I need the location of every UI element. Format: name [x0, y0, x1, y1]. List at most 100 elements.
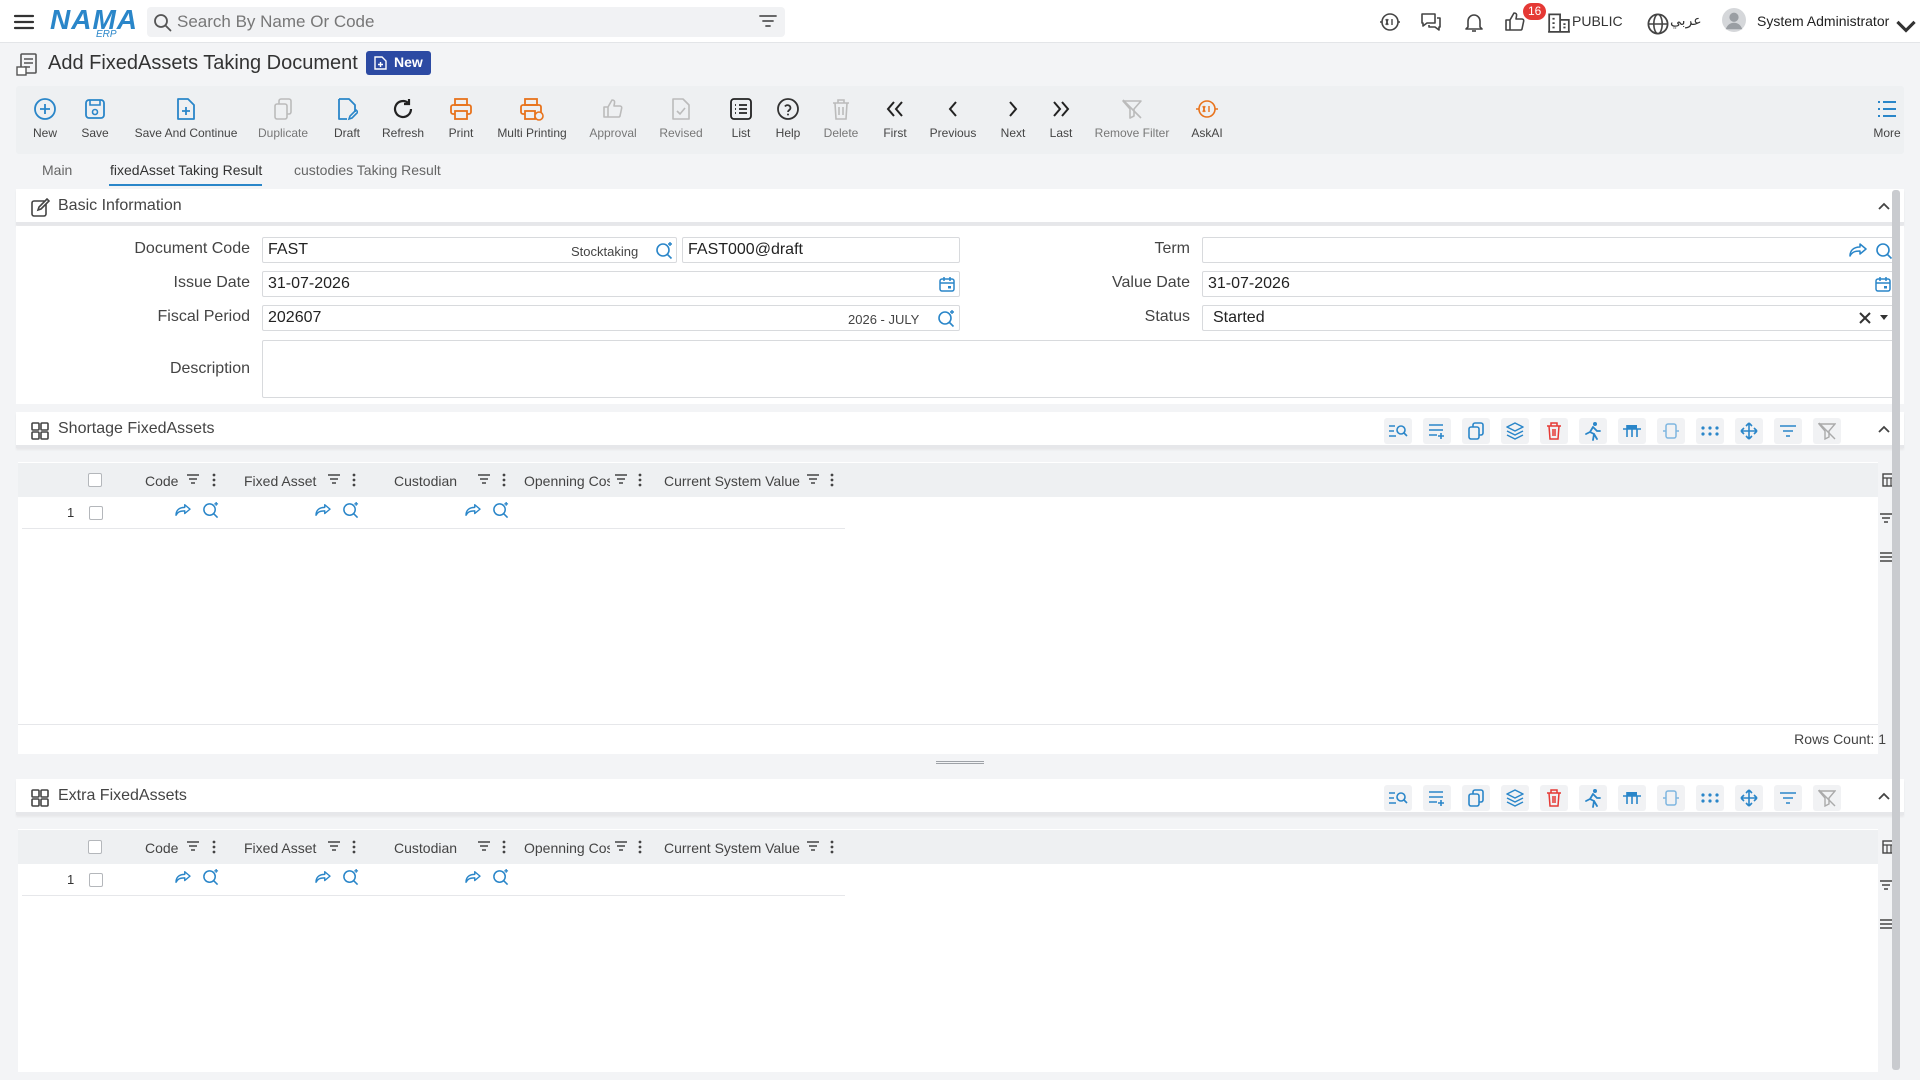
print-button[interactable]: Print [446, 96, 476, 140]
language-switch[interactable]: عربي [1670, 13, 1702, 29]
column-menu-icon[interactable] [830, 840, 834, 854]
remove-filter-button[interactable]: Remove Filter [1094, 96, 1170, 140]
share-arrow-icon[interactable] [1849, 242, 1867, 258]
grid-more-options-button[interactable] [1696, 785, 1724, 811]
column-menu-icon[interactable] [212, 840, 216, 854]
building-icon[interactable] [1547, 10, 1571, 34]
avatar[interactable] [1722, 8, 1746, 32]
clear-icon[interactable] [1859, 312, 1871, 324]
row-checkbox[interactable] [89, 873, 103, 887]
column-filter-icon[interactable] [614, 473, 628, 485]
grid-layers-button[interactable] [1501, 418, 1529, 444]
lookup-search-icon[interactable] [1875, 242, 1893, 260]
grid-layers-button[interactable] [1501, 785, 1529, 811]
grid-delete-button[interactable] [1540, 785, 1568, 811]
next-button[interactable]: Next [998, 96, 1028, 140]
first-button[interactable]: First [880, 96, 910, 140]
grid-toggle-button[interactable] [1618, 418, 1646, 444]
document-code-field[interactable]: FAST Stocktaking [262, 237, 677, 263]
search-input[interactable] [177, 7, 737, 37]
share-arrow-icon[interactable] [465, 870, 481, 884]
column-filter-icon[interactable] [614, 840, 628, 852]
grid-run-button[interactable] [1579, 785, 1607, 811]
column-filter-icon[interactable] [327, 840, 341, 852]
new-button[interactable]: New [30, 96, 60, 140]
grid-move-button[interactable] [1735, 418, 1763, 444]
grid-search-button[interactable] [1384, 418, 1412, 444]
caret-down-icon[interactable] [1879, 314, 1889, 322]
grid-toggle-button[interactable] [1618, 785, 1646, 811]
save-button[interactable]: Save [80, 96, 110, 140]
grid-more-options-button[interactable] [1696, 418, 1724, 444]
chat-icon[interactable] [1419, 10, 1443, 34]
lookup-search-icon[interactable] [655, 242, 673, 260]
column-filter-icon[interactable] [186, 840, 200, 852]
column-filter-icon[interactable] [477, 840, 491, 852]
tab-fixedasset-taking-result[interactable]: fixedAsset Taking Result [110, 162, 262, 178]
grid-run-button[interactable] [1579, 418, 1607, 444]
column-menu-icon[interactable] [212, 473, 216, 487]
duplicate-button[interactable]: Duplicate [256, 96, 310, 140]
grid-copy-button[interactable] [1462, 785, 1490, 811]
column-menu-icon[interactable] [830, 473, 834, 487]
more-button[interactable]: More [1872, 96, 1902, 140]
column-fixed-asset[interactable]: Fixed Asset [244, 473, 316, 489]
draft-button[interactable]: Draft [330, 96, 364, 140]
row-checkbox[interactable] [89, 506, 103, 520]
grid-delete-button[interactable] [1540, 418, 1568, 444]
select-all-checkbox[interactable] [88, 840, 102, 854]
chevron-up-icon[interactable] [1876, 421, 1892, 437]
globe-icon[interactable] [1646, 12, 1670, 36]
select-all-checkbox[interactable] [88, 473, 102, 487]
page-scrollbar[interactable] [1892, 190, 1900, 1070]
chevron-up-icon[interactable] [1876, 198, 1892, 214]
grid-add-row-button[interactable] [1423, 785, 1451, 811]
column-menu-icon[interactable] [502, 473, 506, 487]
approval-button[interactable]: Approval [588, 96, 638, 140]
menu-lines-icon[interactable] [1879, 550, 1893, 564]
tab-main[interactable]: Main [42, 162, 72, 178]
lookup-search-icon[interactable] [202, 502, 219, 519]
multi-printing-button[interactable]: Multi Printing [496, 96, 568, 140]
grid-fit-columns-button[interactable] [1657, 418, 1685, 444]
grid-fit-columns-button[interactable] [1657, 785, 1685, 811]
refresh-button[interactable]: Refresh [380, 96, 426, 140]
issue-date-field[interactable]: 31-07-2026 [262, 271, 960, 297]
shortage-fixedassets-header[interactable]: Shortage FixedAssets [16, 412, 1904, 448]
column-openning-cost[interactable]: Openning Cos [524, 473, 610, 489]
value-date-field[interactable]: 31-07-2026 [1202, 271, 1896, 297]
extra-fixedassets-header[interactable]: Extra FixedAssets [16, 779, 1904, 815]
column-custodian[interactable]: Custodian [394, 840, 457, 856]
share-arrow-icon[interactable] [175, 503, 191, 517]
lookup-search-icon[interactable] [202, 869, 219, 886]
resize-handle[interactable] [936, 761, 984, 764]
calendar-icon[interactable] [939, 276, 955, 292]
column-code[interactable]: Code [145, 473, 178, 489]
share-arrow-icon[interactable] [315, 870, 331, 884]
user-name[interactable]: System Administrator [1757, 13, 1889, 29]
lookup-search-icon[interactable] [492, 869, 509, 886]
column-filter-icon[interactable] [806, 840, 820, 852]
askai-button[interactable]: AskAI [1190, 96, 1224, 140]
delete-button[interactable]: Delete [822, 96, 860, 140]
app-logo[interactable]: NAMA ERP [50, 4, 137, 40]
menu-lines-icon[interactable] [1879, 917, 1893, 931]
grid-copy-button[interactable] [1462, 418, 1490, 444]
term-field[interactable] [1202, 237, 1896, 263]
column-filter-icon[interactable] [327, 473, 341, 485]
lookup-search-icon[interactable] [937, 310, 955, 328]
column-code[interactable]: Code [145, 840, 178, 856]
fiscal-period-field[interactable]: 202607 2026 - JULY [262, 305, 960, 331]
column-current-system-value[interactable]: Current System Value [664, 840, 800, 856]
document-code-full-field[interactable]: FAST000@draft [682, 237, 960, 263]
share-arrow-icon[interactable] [315, 503, 331, 517]
column-menu-icon[interactable] [638, 840, 642, 854]
column-current-system-value[interactable]: Current System Value [664, 473, 800, 489]
ai-assistant-icon[interactable] [1378, 10, 1402, 34]
column-fixed-asset[interactable]: Fixed Asset [244, 840, 316, 856]
grid-filter-button[interactable] [1774, 785, 1802, 811]
column-filter-icon[interactable] [477, 473, 491, 485]
filter-icon[interactable] [759, 14, 777, 30]
last-button[interactable]: Last [1046, 96, 1076, 140]
branch-label[interactable]: PUBLIC [1572, 13, 1623, 29]
